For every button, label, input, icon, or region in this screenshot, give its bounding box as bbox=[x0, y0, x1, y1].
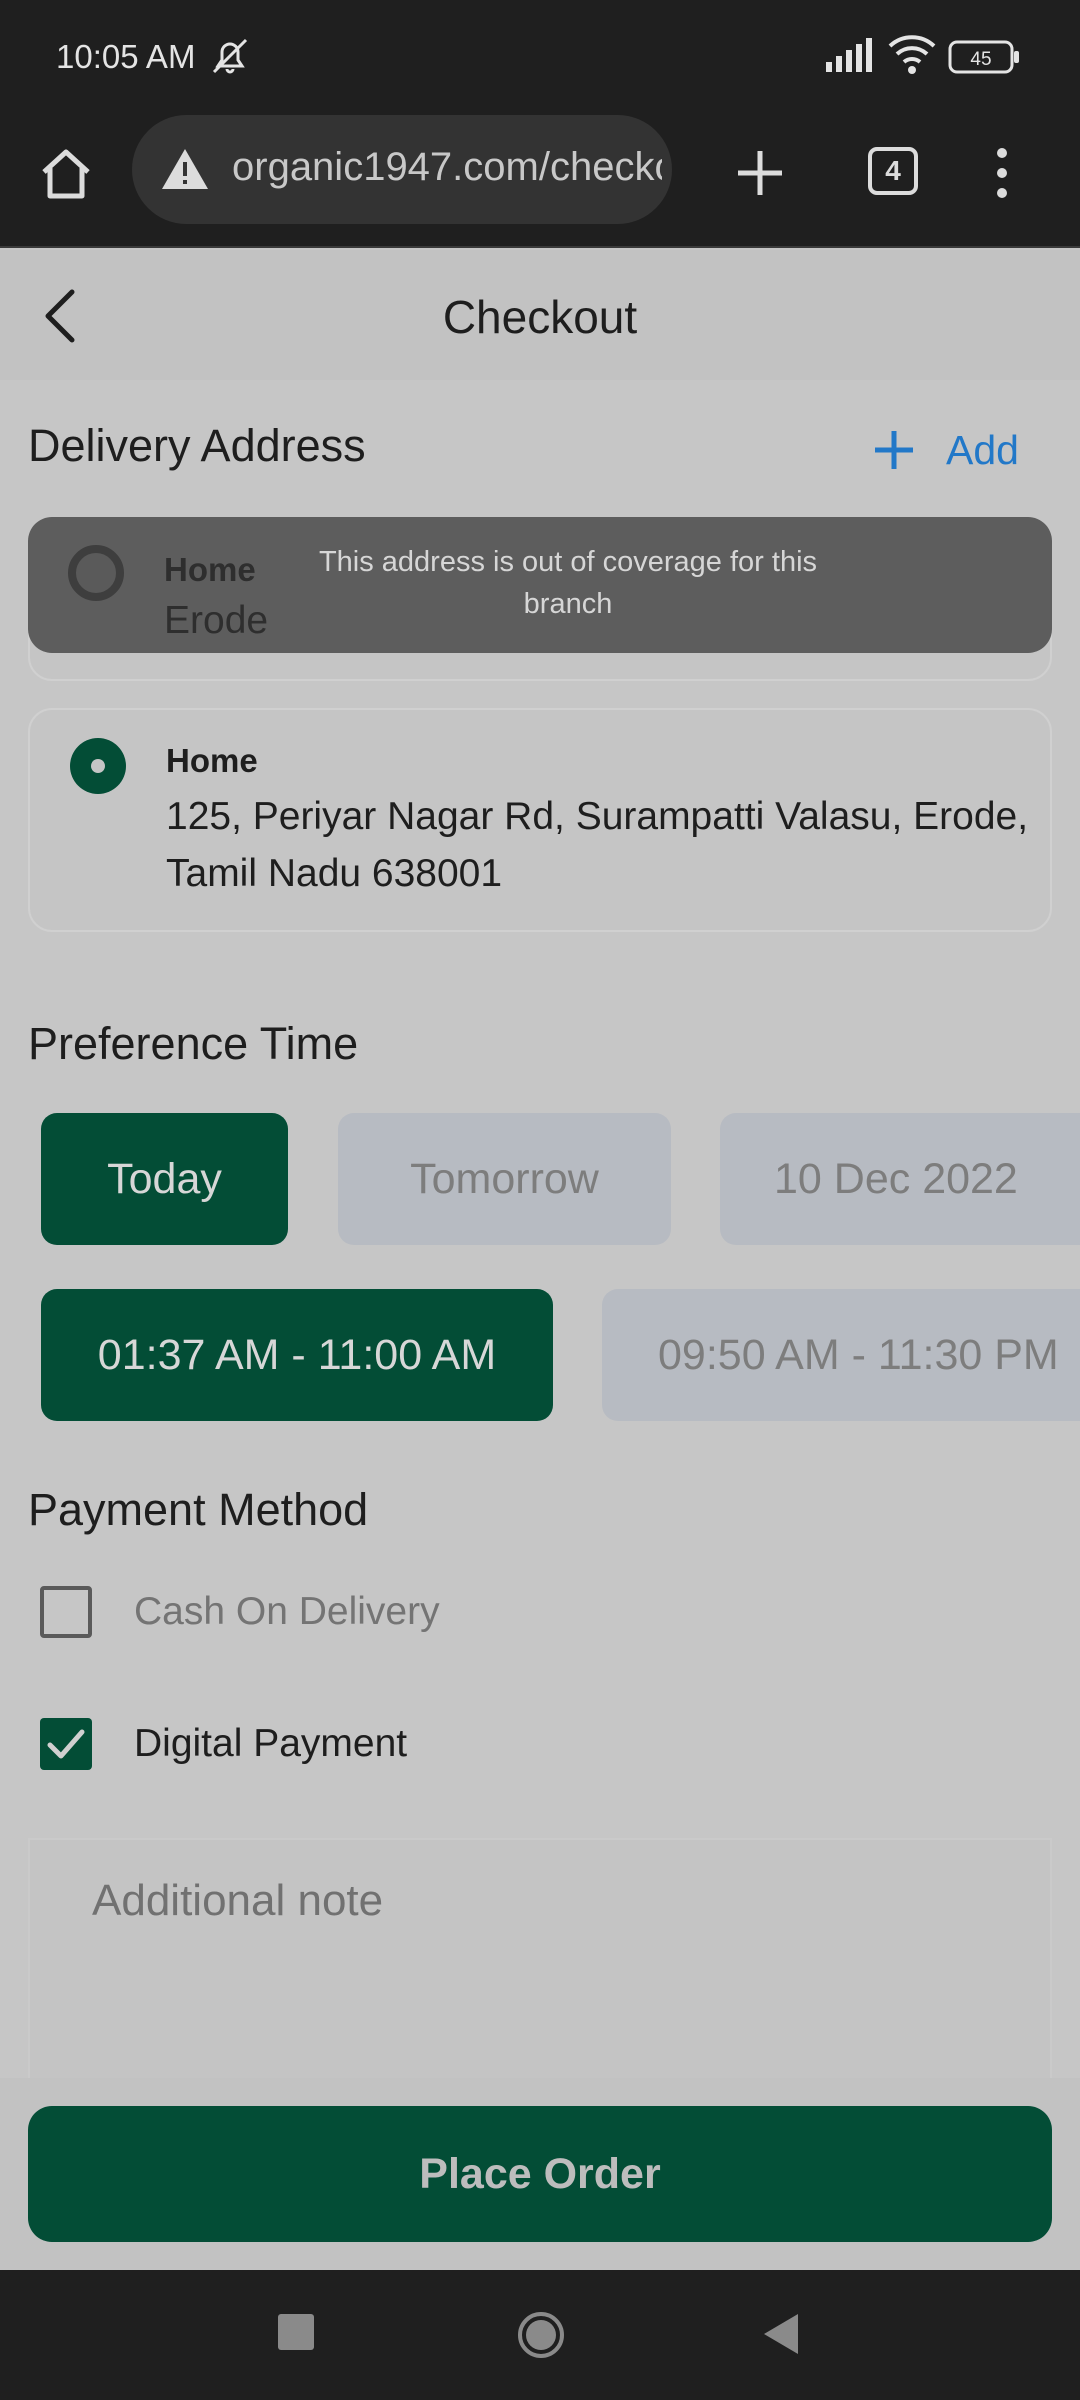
slot-chip[interactable]: 09:50 AM - 11:30 PM bbox=[602, 1289, 1080, 1421]
wifi-icon bbox=[888, 34, 936, 79]
note-placeholder[interactable]: Additional note bbox=[92, 1876, 383, 1926]
slot-chip-selected[interactable]: 01:37 AM - 11:00 AM bbox=[41, 1289, 553, 1421]
back-triangle-icon[interactable] bbox=[760, 2312, 800, 2361]
status-bar: 10:05 AM 45 bbox=[0, 0, 1080, 115]
address-bar[interactable]: organic1947.com/checkout bbox=[132, 115, 672, 224]
radio-selected[interactable] bbox=[70, 738, 126, 794]
home-circle-icon[interactable] bbox=[516, 2310, 566, 2365]
system-nav-bar bbox=[0, 2270, 1080, 2400]
payment-option-label[interactable]: Digital Payment bbox=[134, 1722, 407, 1766]
recents-icon[interactable] bbox=[278, 2314, 314, 2350]
address-card-selected[interactable]: Home 125, Periyar Nagar Rd, Surampatti V… bbox=[28, 708, 1052, 932]
plus-icon bbox=[875, 431, 913, 469]
plus-icon[interactable] bbox=[730, 143, 790, 203]
add-address-label[interactable]: Add bbox=[946, 427, 1019, 474]
checkbox-unchecked[interactable] bbox=[40, 1586, 92, 1638]
payment-method-heading: Payment Method bbox=[28, 1484, 369, 1535]
preference-time-heading: Preference Time bbox=[28, 1018, 359, 1069]
check-icon bbox=[47, 1729, 85, 1759]
out-of-coverage-toast: Home Erode This address is out of covera… bbox=[28, 517, 1052, 653]
home-icon[interactable] bbox=[36, 144, 96, 204]
browser-toolbar: organic1947.com/checkout 4 bbox=[0, 115, 1080, 248]
address-text: 125, Periyar Nagar Rd, Surampatti Valasu… bbox=[166, 795, 1029, 895]
app-header: Checkout bbox=[0, 250, 1080, 380]
day-chip-today[interactable]: Today bbox=[41, 1113, 288, 1245]
delivery-address-heading: Delivery Address bbox=[28, 420, 366, 471]
battery-icon: 45 bbox=[948, 40, 1020, 79]
address-text: Erode bbox=[164, 599, 269, 642]
warning-icon[interactable] bbox=[160, 147, 210, 196]
status-time: 10:05 AM bbox=[56, 38, 196, 75]
payment-option-digital[interactable]: Digital Payment bbox=[40, 1718, 407, 1770]
address-label: Home bbox=[164, 551, 256, 588]
payment-option-cod[interactable]: Cash On Delivery bbox=[40, 1586, 440, 1638]
url-text[interactable]: organic1947.com/checkout bbox=[232, 145, 662, 190]
tabs-icon[interactable]: 4 bbox=[868, 147, 918, 195]
address-label: Home bbox=[166, 742, 258, 779]
toast-message: This address is out of coverage for this… bbox=[318, 546, 818, 620]
page-title: Checkout bbox=[442, 291, 638, 343]
add-address-button[interactable]: Add bbox=[872, 420, 1019, 480]
day-chip-date[interactable]: 10 Dec 2022 bbox=[720, 1113, 1080, 1245]
checkbox-checked[interactable] bbox=[40, 1718, 92, 1770]
radio-unselected bbox=[68, 545, 124, 601]
mute-icon bbox=[208, 36, 252, 81]
place-order-button[interactable]: Place Order bbox=[28, 2106, 1052, 2242]
signal-icon bbox=[826, 38, 876, 77]
day-chip-tomorrow[interactable]: Tomorrow bbox=[338, 1113, 671, 1245]
additional-note-input[interactable]: Additional note bbox=[28, 1838, 1052, 2078]
battery-level: 45 bbox=[970, 49, 991, 70]
payment-option-label[interactable]: Cash On Delivery bbox=[134, 1590, 440, 1634]
more-vert-icon[interactable] bbox=[990, 143, 1014, 203]
